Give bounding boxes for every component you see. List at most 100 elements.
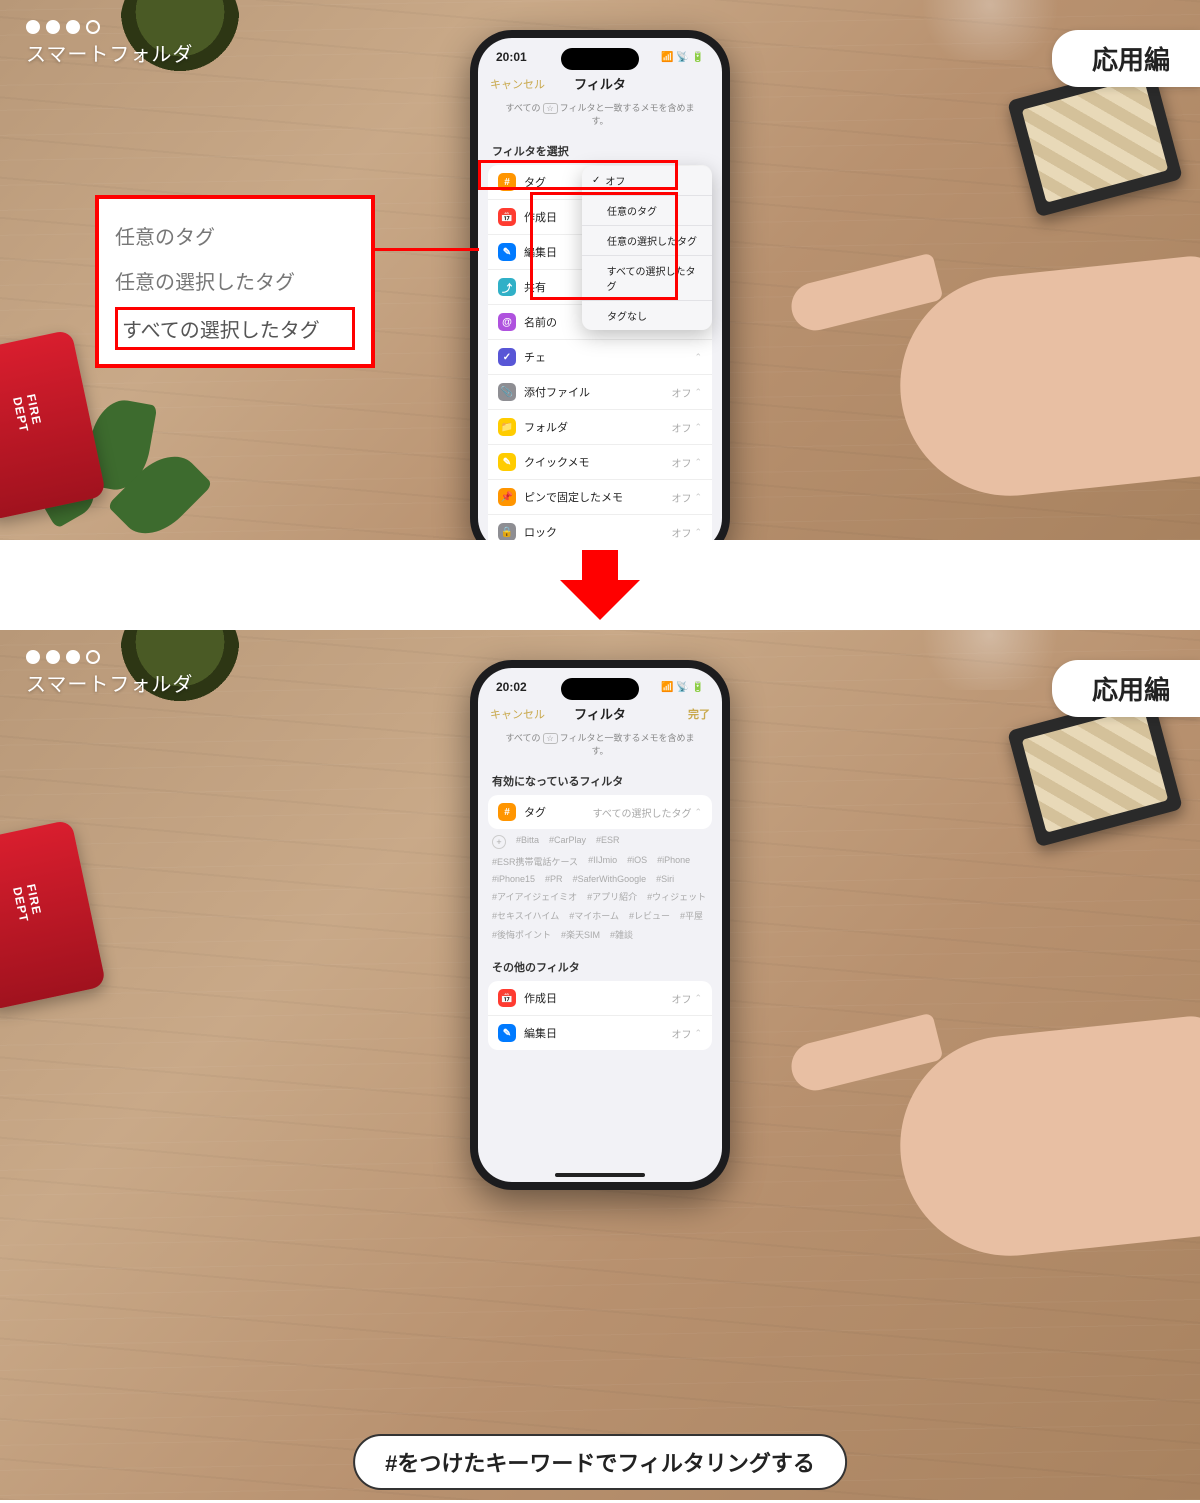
filter-row[interactable]: ✓ チェ ⌃ <box>488 340 712 375</box>
filter-row[interactable]: 📌 ピンで固定したメモ オフ ⌃ <box>488 480 712 515</box>
tag-chip[interactable]: #iOS <box>627 855 647 868</box>
series-title: スマートフォルダ <box>26 20 193 67</box>
row-icon: 📎 <box>498 383 516 401</box>
hand-pointing <box>810 960 1200 1240</box>
callout-options: 任意のタグ 任意の選択したタグ すべての選択したタグ <box>95 195 375 368</box>
popover-option[interactable]: タグなし <box>582 301 712 330</box>
row-label: ロック <box>524 524 671 540</box>
panel-before: スマートフォルダ 応用編 任意のタグ 任意の選択したタグ すべての選択したタグ … <box>0 0 1200 540</box>
prop-glass <box>910 630 1070 690</box>
dynamic-island <box>561 678 639 700</box>
section-other-filters: その他のフィルタ <box>478 951 722 981</box>
chevron-icon: ⌃ <box>694 457 702 468</box>
row-label: 編集日 <box>524 1025 671 1041</box>
status-icons: 📶 📡 🔋 <box>661 682 704 693</box>
cancel-button[interactable]: キャンセル <box>490 706 545 722</box>
series-title: スマートフォルダ <box>26 650 193 697</box>
tag-chip[interactable]: #SaferWithGoogle <box>573 874 647 884</box>
filter-row[interactable]: ✎ 編集日 オフ ⌃ <box>488 1016 712 1050</box>
dynamic-island <box>561 48 639 70</box>
tag-chip[interactable]: #PR <box>545 874 563 884</box>
callout-highlight: すべての選択したタグ <box>115 307 355 350</box>
tag-chip[interactable]: #セキスイハイム <box>492 909 559 922</box>
tag-chip[interactable]: #Bitta <box>516 835 539 849</box>
filter-description: すべての☆フィルタと一致するメモを含めます。 <box>478 731 722 765</box>
row-icon: 📌 <box>498 488 516 506</box>
chapter-badge: 応用編 <box>1052 30 1200 87</box>
chevron-icon: ⌃ <box>694 807 702 818</box>
match-mode-toggle[interactable]: ☆ <box>543 103 558 114</box>
cancel-button[interactable]: キャンセル <box>490 76 545 92</box>
tag-chip[interactable]: #レビュー <box>629 909 670 922</box>
tag-chip[interactable]: #iPhone15 <box>492 874 535 884</box>
popover-option[interactable]: すべての選択したタグ <box>582 256 712 301</box>
chevron-icon: ⌃ <box>694 993 702 1004</box>
status-time: 20:01 <box>496 50 527 64</box>
row-value: オフ <box>671 455 691 470</box>
filter-row[interactable]: 📁 フォルダ オフ ⌃ <box>488 410 712 445</box>
row-value: オフ <box>671 490 691 505</box>
chevron-icon: ⌃ <box>694 492 702 503</box>
phone-screen: 20:01 📶 📡 🔋 キャンセル フィルタ すべての☆フィルタと一致するメモを… <box>478 38 722 540</box>
row-icon: # <box>498 173 516 191</box>
chevron-icon: ⌃ <box>694 1028 702 1039</box>
phone-screen: 20:02 📶 📡 🔋 キャンセル フィルタ 完了 すべての☆フィルタと一致する… <box>478 668 722 1182</box>
callout-opt-all-selected: すべての選択したタグ <box>122 312 348 345</box>
tag-chip[interactable]: #アイアイジェイミオ <box>492 890 577 903</box>
match-mode-toggle[interactable]: ☆ <box>543 733 558 744</box>
row-icon: ✓ <box>498 348 516 366</box>
row-label: 添付ファイル <box>524 384 671 400</box>
filter-row-tag[interactable]: # タグ すべての選択したタグ ⌃ <box>488 795 712 829</box>
done-button[interactable]: 完了 <box>688 706 710 722</box>
tag-chip[interactable]: #楽天SIM <box>561 928 600 941</box>
filter-row[interactable]: 📅 作成日 オフ ⌃ <box>488 981 712 1016</box>
step-separator <box>0 540 1200 630</box>
tag-chip[interactable]: #CarPlay <box>549 835 586 849</box>
progress-dots <box>26 20 193 34</box>
tag-chip[interactable]: #iPhone <box>657 855 690 868</box>
filter-row[interactable]: 📎 添付ファイル オフ ⌃ <box>488 375 712 410</box>
other-filter-list: 📅 作成日 オフ ⌃✎ 編集日 オフ ⌃ <box>488 981 712 1050</box>
tag-chip[interactable]: #ESR <box>596 835 620 849</box>
tag-chip[interactable]: #IIJmio <box>588 855 617 868</box>
popover-option[interactable]: ✓オフ <box>582 166 712 196</box>
status-icons: 📶 📡 🔋 <box>661 52 704 63</box>
popover-option[interactable]: 任意の選択したタグ <box>582 226 712 256</box>
tag-chip[interactable]: #平屋 <box>680 909 703 922</box>
phone-device: 20:02 📶 📡 🔋 キャンセル フィルタ 完了 すべての☆フィルタと一致する… <box>470 660 730 1190</box>
series-label: スマートフォルダ <box>26 38 193 67</box>
nav-title: フィルタ <box>574 74 626 93</box>
prop-glass <box>910 0 1070 60</box>
nav-bar: キャンセル フィルタ <box>478 68 722 101</box>
row-icon: 📅 <box>498 989 516 1007</box>
row-value: オフ <box>671 991 691 1006</box>
row-icon: ✎ <box>498 243 516 261</box>
tag-chip[interactable]: #アプリ紹介 <box>587 890 637 903</box>
row-label: タグ <box>524 804 593 820</box>
popover-option[interactable]: 任意のタグ <box>582 196 712 226</box>
filter-row[interactable]: 🔒 ロック オフ ⌃ <box>488 515 712 540</box>
row-icon: 🔒 <box>498 523 516 540</box>
row-label: クイックメモ <box>524 454 671 470</box>
row-icon: 📅 <box>498 208 516 226</box>
check-icon: ✓ <box>592 175 600 186</box>
tag-chip[interactable]: #Siri <box>656 874 674 884</box>
row-icon: ✎ <box>498 453 516 471</box>
filter-row[interactable]: ✎ クイックメモ オフ ⌃ <box>488 445 712 480</box>
section-active-filters: 有効になっているフィルタ <box>478 765 722 795</box>
chapter-badge: 応用編 <box>1052 660 1200 717</box>
row-label: 作成日 <box>524 990 671 1006</box>
status-time: 20:02 <box>496 680 527 694</box>
panel-after: スマートフォルダ 応用編 20:02 📶 📡 🔋 キャンセル フィルタ 完了 す… <box>0 630 1200 1500</box>
tag-chip[interactable]: #ESR携帯電話ケース <box>492 855 578 868</box>
tag-chip[interactable]: #ウィジェット <box>647 890 706 903</box>
tag-chip[interactable]: #後悔ポイント <box>492 928 551 941</box>
add-tag-button[interactable]: + <box>492 835 506 849</box>
chevron-icon: ⌃ <box>694 527 702 538</box>
tag-chip[interactable]: #マイホーム <box>569 909 619 922</box>
row-label: ピンで固定したメモ <box>524 489 671 505</box>
chevron-icon: ⌃ <box>694 387 702 398</box>
home-indicator <box>555 1173 645 1177</box>
nav-bar: キャンセル フィルタ 完了 <box>478 698 722 731</box>
tag-chip[interactable]: #雑談 <box>610 928 633 941</box>
